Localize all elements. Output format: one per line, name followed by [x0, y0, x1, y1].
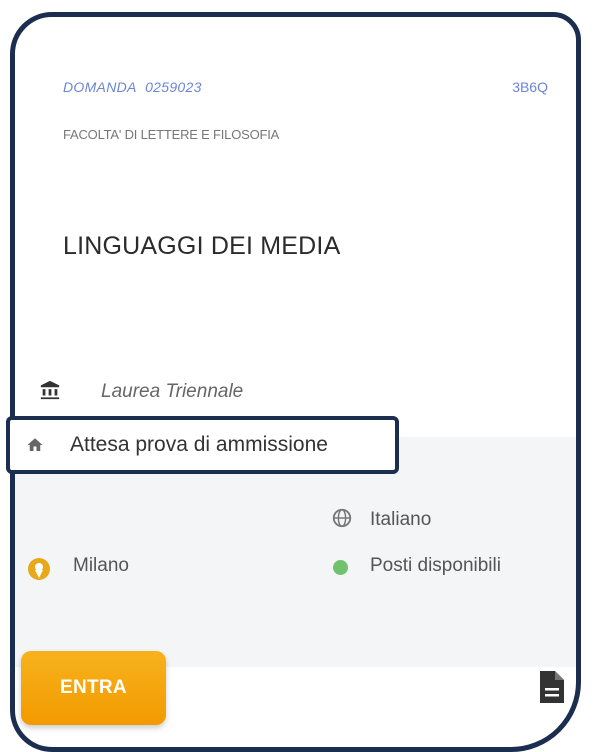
application-number: DOMANDA 0259023 [63, 79, 202, 95]
course-title: LINGUAGGI DEI MEDIA [63, 232, 341, 260]
language-label: Italiano [370, 509, 432, 530]
city-label: Milano [73, 555, 129, 576]
status-dot-icon [333, 560, 348, 575]
home-icon [26, 436, 44, 459]
status-highlight: Attesa prova di ammissione [6, 416, 399, 474]
document-icon[interactable] [538, 671, 564, 708]
course-card: DOMANDA 0259023 3B6Q FACOLTA' DI LETTERE… [10, 12, 581, 752]
faculty-name: FACOLTA' DI LETTERE E FILOSOFIA [63, 127, 280, 142]
application-code: 3B6Q [512, 79, 548, 95]
enter-button[interactable]: ENTRA [21, 651, 166, 725]
university-icon [39, 379, 61, 406]
degree-type: Laurea Triennale [101, 381, 244, 402]
location-pin-icon [27, 557, 51, 588]
globe-icon [331, 507, 353, 534]
status-label: Attesa prova di ammissione [70, 433, 328, 456]
availability-label: Posti disponibili [370, 555, 501, 576]
